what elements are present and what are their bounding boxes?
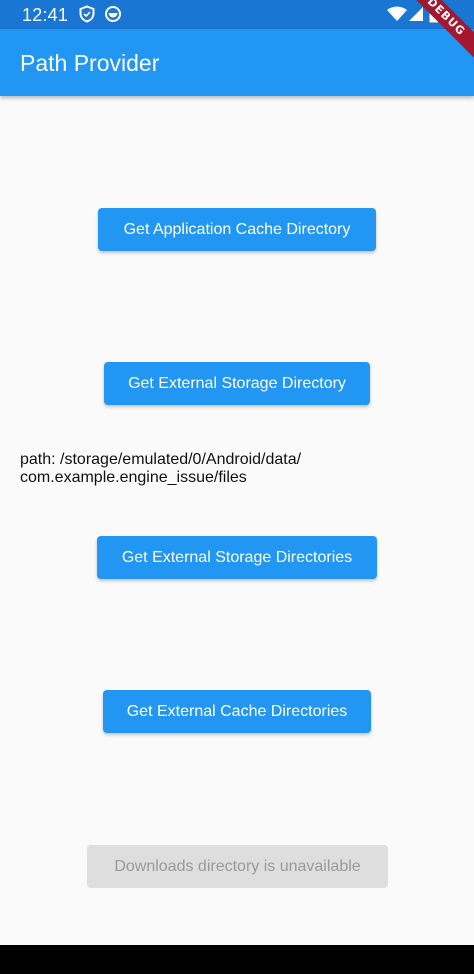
circle-face-icon	[104, 5, 122, 23]
path-line-1: path: /storage/emulated/0/Android/data/	[20, 451, 302, 468]
shield-icon	[78, 5, 96, 23]
app-title: Path Provider	[20, 50, 160, 76]
external-storage-path-result: path: /storage/emulated/0/Android/data/ …	[20, 451, 450, 487]
get-external-storage-directory-button[interactable]: Get External Storage Directory	[104, 362, 370, 405]
navigation-bar	[0, 945, 474, 974]
get-external-cache-directories-button[interactable]: Get External Cache Directories	[103, 690, 371, 733]
path-line-2: com.example.engine_issue/files	[20, 469, 247, 486]
downloads-directory-button: Downloads directory is unavailable	[87, 845, 388, 888]
wifi-icon	[386, 5, 408, 23]
get-external-storage-directories-button[interactable]: Get External Storage Directories	[97, 536, 377, 579]
status-bar: 12:41	[0, 0, 474, 29]
get-app-cache-directory-button[interactable]: Get Application Cache Directory	[98, 208, 376, 251]
signal-icon	[408, 5, 424, 23]
status-time: 12:41	[22, 5, 69, 25]
app-bar: Path Provider	[0, 29, 474, 96]
